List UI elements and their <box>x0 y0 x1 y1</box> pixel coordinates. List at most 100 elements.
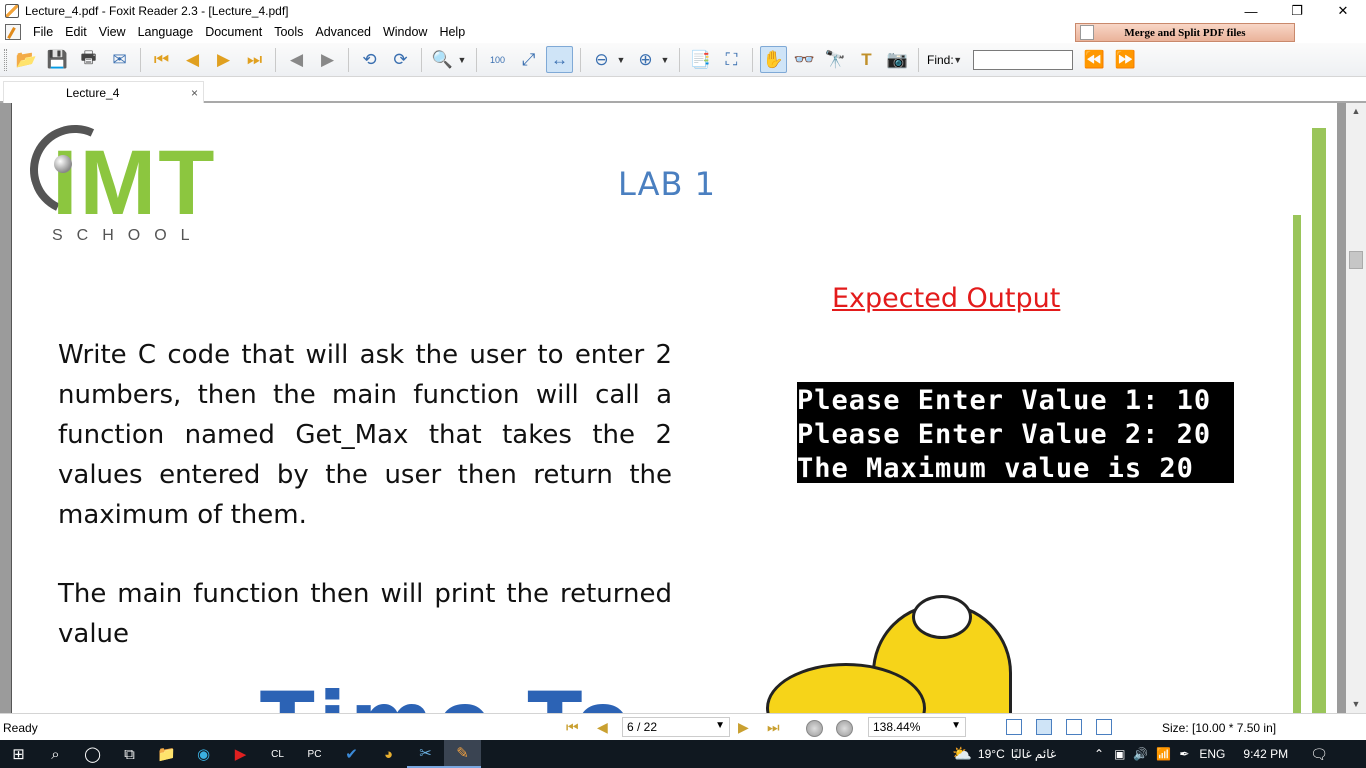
task-paragraph: Write C code that will ask the user to e… <box>58 340 672 530</box>
tab-lecture-4[interactable]: Lecture_4 × <box>3 81 204 103</box>
menu-tools[interactable]: Tools <box>268 25 309 39</box>
chevron-up-icon[interactable]: ⌃ <box>1094 747 1104 761</box>
zoom-out-icon[interactable]: ⊖ <box>588 46 615 73</box>
document-area[interactable]: IMT SCHOOL LAB 1 Expected Output Write C… <box>0 103 1346 713</box>
print-icon[interactable]: 🖶 <box>75 46 102 73</box>
next-page-icon[interactable]: ▶ <box>738 719 749 736</box>
vertical-scrollbar[interactable]: ▲ ▼ <box>1346 103 1366 713</box>
page-number-input[interactable]: 6 / 22 ▼ <box>622 717 730 737</box>
zoom-out-dropdown-icon[interactable]: ▼ <box>614 46 628 73</box>
scroll-thumb[interactable] <box>1349 251 1363 269</box>
pycharm-icon[interactable]: PC <box>296 740 333 768</box>
first-page-icon[interactable]: ⏮ <box>148 46 175 73</box>
notification-icon[interactable]: 🗨 <box>1310 746 1328 763</box>
weather-widget[interactable]: ⛅ 19°C غائم غالبًا <box>952 740 1056 768</box>
menu-advanced[interactable]: Advanced <box>309 25 377 39</box>
next-page-icon[interactable]: ▶ <box>210 46 237 73</box>
task-view-icon[interactable]: ⧉ <box>111 740 148 768</box>
menu-language[interactable]: Language <box>132 25 200 39</box>
back-icon[interactable] <box>806 720 823 737</box>
open-icon[interactable]: 📂 <box>13 46 40 73</box>
pen-icon[interactable]: ✒ <box>1179 747 1189 761</box>
meet-now-icon[interactable]: ▣ <box>1114 747 1125 761</box>
merge-split-button[interactable]: Merge and Split PDF files <box>1075 23 1295 42</box>
foxit-taskbar-icon[interactable]: ✎ <box>444 740 481 768</box>
file-explorer-icon[interactable]: 📁 <box>148 740 185 768</box>
menu-help[interactable]: Help <box>433 25 471 39</box>
time-to-heading: Time To <box>260 675 634 713</box>
last-page-icon[interactable]: ⏭ <box>241 46 268 73</box>
rotate-left-icon[interactable]: ⟲ <box>356 46 383 73</box>
document-menu-icon[interactable] <box>5 24 21 40</box>
console-output: Please Enter Value 1: 10 Please Enter Va… <box>797 382 1234 484</box>
find-dropdown-icon[interactable]: ▼ <box>951 46 965 73</box>
weather-temp: 19°C <box>977 747 1005 761</box>
toolbar-grip <box>4 48 7 71</box>
actual-size-icon[interactable]: 100 <box>484 46 511 73</box>
clock[interactable]: 9:42 PM <box>1243 747 1288 761</box>
minimize-button[interactable]: — <box>1228 0 1274 22</box>
find-prev-icon[interactable]: ⏪ <box>1081 46 1108 73</box>
save-icon[interactable]: 💾 <box>44 46 71 73</box>
scroll-up-icon[interactable]: ▲ <box>1346 103 1366 120</box>
youtube-icon[interactable]: ▶ <box>222 740 259 768</box>
single-page-view-icon[interactable] <box>1006 719 1022 735</box>
chrome-icon[interactable]: ◕ <box>370 740 407 768</box>
back-icon[interactable]: ◀ <box>283 46 310 73</box>
menu-file[interactable]: File <box>27 25 59 39</box>
text-select-icon[interactable]: T <box>853 46 880 73</box>
homer-hair <box>912 595 972 639</box>
find-input[interactable] <box>972 49 1073 70</box>
last-page-icon[interactable]: ⏭ <box>767 719 780 736</box>
edge-icon[interactable]: ◉ <box>185 740 222 768</box>
zoom-plus-icon[interactable]: ⊕ <box>632 46 659 73</box>
clion-icon[interactable]: CL <box>259 740 296 768</box>
volume-icon[interactable]: 🔊 <box>1133 747 1148 761</box>
page-dropdown-icon[interactable]: ▼ <box>715 720 725 731</box>
bookmark-icon[interactable]: 📑 <box>687 46 714 73</box>
windows-start-icon[interactable]: ⊞ <box>0 740 37 768</box>
restore-button[interactable]: ❐ <box>1274 0 1320 22</box>
forward-icon[interactable]: ▶ <box>314 46 341 73</box>
prev-page-icon[interactable]: ◀ <box>179 46 206 73</box>
menu-document[interactable]: Document <box>199 25 268 39</box>
toolbar-separator <box>348 47 349 72</box>
fit-page-icon[interactable]: ⤢ <box>515 46 542 73</box>
first-page-icon[interactable]: ⏮ <box>566 719 579 736</box>
binoculars-icon[interactable]: 🔭 <box>822 46 849 73</box>
zoom-plus-dropdown-icon[interactable]: ▼ <box>658 46 672 73</box>
forward-icon[interactable] <box>836 720 853 737</box>
find-next-icon[interactable]: ⏩ <box>1112 46 1139 73</box>
fit-width-icon[interactable]: ↔ <box>546 46 573 73</box>
menu-window[interactable]: Window <box>377 25 433 39</box>
search-icon[interactable]: ⌕ <box>37 740 74 768</box>
zoom-select[interactable]: 138.44% ▼ <box>868 717 966 737</box>
snapshot-icon[interactable]: 📷 <box>884 46 911 73</box>
email-icon[interactable]: ✉ <box>106 46 133 73</box>
close-button[interactable]: ✕ <box>1320 0 1366 22</box>
menu-edit[interactable]: Edit <box>59 25 93 39</box>
zoom-in-icon[interactable]: 🔍 <box>429 46 456 73</box>
fullscreen-icon[interactable]: ⛶ <box>718 46 745 73</box>
console-line: Please Enter Value 1: 10 <box>797 385 1212 416</box>
toolbar-separator <box>275 47 276 72</box>
continuous-view-icon[interactable] <box>1036 719 1052 735</box>
zoom-dropdown-icon[interactable]: ▼ <box>951 720 961 731</box>
pdf-page: IMT SCHOOL LAB 1 Expected Output Write C… <box>11 103 1337 713</box>
menu-view[interactable]: View <box>93 25 132 39</box>
glasses-icon[interactable]: 👓 <box>791 46 818 73</box>
zoom-dropdown-icon[interactable]: ▼ <box>455 46 469 73</box>
facing-view-icon[interactable] <box>1066 719 1082 735</box>
snipping-tool-icon[interactable]: ✂ <box>407 740 444 768</box>
language-indicator[interactable]: ENG <box>1199 747 1225 761</box>
rotate-right-icon[interactable]: ⟳ <box>387 46 414 73</box>
tab-close-icon[interactable]: × <box>191 86 198 100</box>
scroll-down-icon[interactable]: ▼ <box>1346 696 1366 713</box>
cortana-icon[interactable]: ◯ <box>74 740 111 768</box>
prev-page-icon[interactable]: ◀ <box>597 719 608 736</box>
continuous-facing-view-icon[interactable] <box>1096 719 1112 735</box>
wifi-icon[interactable]: 📶 <box>1156 747 1171 761</box>
todo-icon[interactable]: ✔ <box>333 740 370 768</box>
console-line: The Maximum value is 20 <box>797 453 1194 484</box>
hand-tool-icon[interactable]: ✋ <box>760 46 787 73</box>
